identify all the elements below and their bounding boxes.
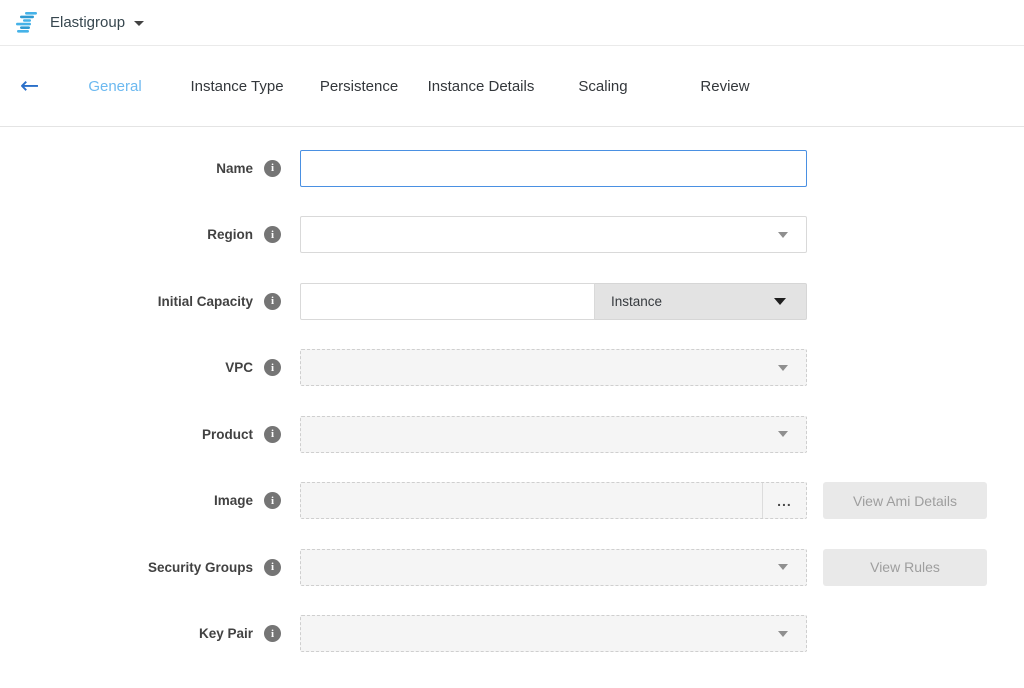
wizard-tabs: General Instance Type Persistence Instan… (54, 78, 786, 95)
capacity-unit-select[interactable]: Instance (595, 283, 807, 320)
tab-scaling[interactable]: Scaling (542, 78, 664, 95)
key-pair-info-icon[interactable]: i (264, 625, 281, 642)
capacity-unit-value: Instance (611, 294, 662, 309)
image-field: ... (300, 482, 807, 519)
product-info-icon[interactable]: i (264, 426, 281, 443)
app-menu-caret-icon[interactable] (134, 21, 144, 26)
chevron-down-icon (778, 232, 788, 238)
back-arrow-icon[interactable]: ← (20, 75, 54, 98)
general-settings-form: Name i Region i Initial Capacity i (0, 127, 1024, 667)
vpc-label: VPC (225, 360, 253, 375)
form-row-region: Region i (0, 202, 1024, 269)
form-row-initial-capacity: Initial Capacity i Instance (0, 268, 1024, 335)
image-label: Image (214, 493, 253, 508)
wizard-tab-bar: ← General Instance Type Persistence Inst… (0, 46, 1024, 127)
tab-persistence[interactable]: Persistence (298, 78, 420, 95)
view-rules-button[interactable]: View Rules (823, 549, 987, 586)
tab-review[interactable]: Review (664, 78, 786, 95)
region-select[interactable] (300, 216, 807, 253)
chevron-down-icon (778, 431, 788, 437)
image-info-icon[interactable]: i (264, 492, 281, 509)
security-groups-label: Security Groups (148, 560, 253, 575)
vpc-select (300, 349, 807, 386)
form-row-image: Image i ... View Ami Details (0, 468, 1024, 535)
region-info-icon[interactable]: i (264, 226, 281, 243)
form-row-product: Product i (0, 401, 1024, 468)
name-info-icon[interactable]: i (264, 160, 281, 177)
name-input[interactable] (300, 150, 807, 187)
vpc-info-icon[interactable]: i (264, 359, 281, 376)
elastigroup-logo-icon (14, 11, 41, 34)
chevron-down-icon (778, 631, 788, 637)
key-pair-select (300, 615, 807, 652)
view-ami-details-button[interactable]: View Ami Details (823, 482, 987, 519)
image-browse-button[interactable]: ... (762, 483, 806, 518)
initial-capacity-info-icon[interactable]: i (264, 293, 281, 310)
form-row-security-groups: Security Groups i View Rules (0, 534, 1024, 601)
name-label: Name (216, 161, 253, 176)
security-groups-select (300, 549, 807, 586)
form-row-key-pair: Key Pair i (0, 601, 1024, 668)
app-bar: Elastigroup (0, 0, 1024, 46)
security-groups-info-icon[interactable]: i (264, 559, 281, 576)
initial-capacity-input[interactable] (300, 283, 595, 320)
chevron-down-icon (778, 564, 788, 570)
form-row-vpc: VPC i (0, 335, 1024, 402)
tab-instance-type[interactable]: Instance Type (176, 78, 298, 95)
image-value (301, 483, 762, 518)
tab-instance-details[interactable]: Instance Details (420, 78, 542, 95)
chevron-down-icon (778, 365, 788, 371)
key-pair-label: Key Pair (199, 626, 253, 641)
product-label: Product (202, 427, 253, 442)
form-row-name: Name i (0, 135, 1024, 202)
product-select (300, 416, 807, 453)
chevron-down-icon (774, 298, 786, 305)
app-title[interactable]: Elastigroup (50, 14, 125, 31)
tab-general[interactable]: General (54, 78, 176, 95)
region-label: Region (207, 227, 253, 242)
initial-capacity-label: Initial Capacity (158, 294, 253, 309)
